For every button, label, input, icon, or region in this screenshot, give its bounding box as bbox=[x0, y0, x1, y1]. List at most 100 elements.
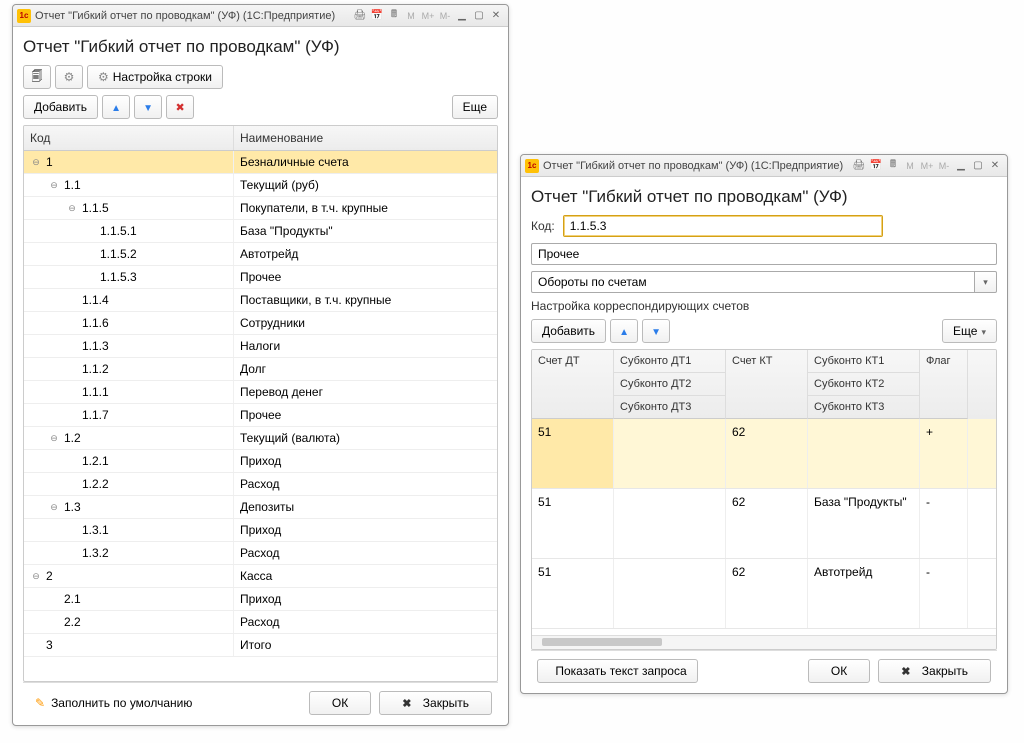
col-code-header[interactable]: Код bbox=[24, 126, 234, 150]
gear-button[interactable] bbox=[55, 65, 83, 89]
expander-icon[interactable] bbox=[30, 570, 42, 582]
memory-mplus[interactable]: M+ bbox=[919, 158, 935, 174]
tree-row[interactable]: 1.2Текущий (валюта) bbox=[24, 427, 497, 450]
scroll-thumb[interactable] bbox=[542, 638, 662, 646]
expander-icon bbox=[66, 478, 78, 490]
tree-row[interactable]: 1.1.5.1База "Продукты" bbox=[24, 220, 497, 243]
code-input[interactable]: 1.1.5.3 bbox=[563, 215, 883, 237]
page-title: Отчет "Гибкий отчет по проводкам" (УФ) bbox=[531, 187, 997, 207]
col-name-header[interactable]: Наименование bbox=[234, 126, 497, 150]
grid-header: Счет ДТ Субконто ДТ1 Субконто ДТ2 Субкон… bbox=[532, 350, 996, 419]
tree-row[interactable]: 1.1.2Долг bbox=[24, 358, 497, 381]
add-button[interactable]: Добавить bbox=[23, 95, 98, 119]
col-kt[interactable]: Счет КТ bbox=[726, 350, 808, 419]
horizontal-scrollbar[interactable] bbox=[532, 635, 996, 649]
memory-m[interactable]: M bbox=[403, 8, 419, 24]
grid-row[interactable]: 5162Автотрейд- bbox=[532, 559, 996, 629]
type-select[interactable] bbox=[531, 271, 975, 293]
tree-row[interactable]: 1.1.5.3Прочее bbox=[24, 266, 497, 289]
titlebar[interactable]: 1c Отчет "Гибкий отчет по проводкам" (УФ… bbox=[13, 5, 508, 27]
memory-mplus[interactable]: M+ bbox=[420, 8, 436, 24]
ok-button[interactable]: ОК bbox=[808, 659, 870, 683]
tree-row[interactable]: 2.2Расход bbox=[24, 611, 497, 634]
col-sdt3[interactable]: Субконто ДТ3 bbox=[614, 396, 726, 419]
memory-mminus[interactable]: M- bbox=[437, 8, 453, 24]
tree-row[interactable]: 1.3.2Расход bbox=[24, 542, 497, 565]
tree-row[interactable]: 1.2.1Приход bbox=[24, 450, 497, 473]
fill-default-button[interactable]: Заполнить по умолчанию bbox=[29, 692, 198, 714]
close-button[interactable]: Закрыть bbox=[878, 659, 991, 683]
tree-row[interactable]: 1.3Депозиты bbox=[24, 496, 497, 519]
move-up-button[interactable] bbox=[610, 319, 638, 343]
col-sdt1[interactable]: Субконто ДТ1 bbox=[614, 350, 726, 373]
memory-m[interactable]: M bbox=[902, 158, 918, 174]
tree-row[interactable]: 1.1.5.2Автотрейд bbox=[24, 243, 497, 266]
close-icon[interactable]: ✕ bbox=[987, 158, 1003, 174]
maximize-icon[interactable]: ▢ bbox=[471, 8, 487, 24]
col-skt1[interactable]: Субконто КТ1 bbox=[808, 350, 920, 373]
col-skt3[interactable]: Субконто КТ3 bbox=[808, 396, 920, 419]
titlebar[interactable]: 1c Отчет "Гибкий отчет по проводкам" (УФ… bbox=[521, 155, 1007, 177]
minimize-icon[interactable]: ▁ bbox=[454, 8, 470, 24]
tree-body[interactable]: 1Безналичные счета1.1Текущий (руб)1.1.5П… bbox=[24, 151, 497, 681]
more-button[interactable]: Еще bbox=[452, 95, 498, 119]
close-button[interactable]: Закрыть bbox=[379, 691, 492, 715]
tree-row[interactable]: 1.1.4Поставщики, в т.ч. крупные bbox=[24, 289, 497, 312]
print-icon[interactable]: 🖨 bbox=[851, 158, 867, 174]
code-cell: 1.1.7 bbox=[82, 408, 109, 422]
close-icon[interactable]: ✕ bbox=[488, 8, 504, 24]
grid-body[interactable]: 5162+5162База "Продукты"-5162Автотрейд- bbox=[532, 419, 996, 635]
calendar-icon[interactable]: 📅 bbox=[868, 158, 884, 174]
tree-row[interactable]: 1.3.1Приход bbox=[24, 519, 497, 542]
caret-icon bbox=[981, 324, 986, 338]
move-down-button[interactable] bbox=[642, 319, 670, 343]
tree-row[interactable]: 2.1Приход bbox=[24, 588, 497, 611]
tree-row[interactable]: 3Итого bbox=[24, 634, 497, 657]
show-query-button[interactable]: Показать текст запроса bbox=[537, 659, 698, 683]
print-icon[interactable]: 🖨 bbox=[352, 8, 368, 24]
tree-row[interactable]: 1.1.1Перевод денег bbox=[24, 381, 497, 404]
tree-row[interactable]: 1.1.5Покупатели, в т.ч. крупные bbox=[24, 197, 497, 220]
name-cell: Долг bbox=[234, 358, 497, 380]
tree-row[interactable]: 1.1Текущий (руб) bbox=[24, 174, 497, 197]
ok-button[interactable]: ОК bbox=[309, 691, 371, 715]
expander-icon[interactable] bbox=[48, 501, 60, 513]
expander-icon[interactable] bbox=[48, 179, 60, 191]
expander-icon[interactable] bbox=[66, 202, 78, 214]
calc-icon[interactable]: 🖩 bbox=[885, 158, 901, 174]
maximize-icon[interactable]: ▢ bbox=[970, 158, 986, 174]
name-input[interactable] bbox=[531, 243, 997, 265]
type-dropdown-button[interactable]: ▾ bbox=[975, 271, 997, 293]
col-dt[interactable]: Счет ДТ bbox=[532, 350, 614, 419]
skt-cell: База "Продукты" bbox=[808, 489, 920, 558]
page-title: Отчет "Гибкий отчет по проводкам" (УФ) bbox=[23, 37, 498, 57]
expander-icon[interactable] bbox=[48, 432, 60, 444]
col-sdt2[interactable]: Субконто ДТ2 bbox=[614, 373, 726, 396]
tree-row[interactable]: 1.1.6 Сотрудники bbox=[24, 312, 497, 335]
row-settings-button[interactable]: Настройка строки bbox=[87, 65, 223, 89]
delete-button[interactable] bbox=[166, 95, 194, 119]
memory-mminus[interactable]: M- bbox=[936, 158, 952, 174]
grid-row[interactable]: 5162База "Продукты"- bbox=[532, 489, 996, 559]
col-flag[interactable]: Флаг bbox=[920, 350, 968, 419]
move-down-button[interactable] bbox=[134, 95, 162, 119]
grid-row[interactable]: 5162+ bbox=[532, 419, 996, 489]
copy-button[interactable] bbox=[23, 65, 51, 89]
tree-row[interactable]: 2Касса bbox=[24, 565, 497, 588]
add-button[interactable]: Добавить bbox=[531, 319, 606, 343]
tree-row[interactable]: 1.1.3Налоги bbox=[24, 335, 497, 358]
name-cell: Сотрудники bbox=[234, 312, 497, 334]
move-up-button[interactable] bbox=[102, 95, 130, 119]
kt-cell: 62 bbox=[726, 559, 808, 628]
tree-row[interactable]: 1.1.7Прочее bbox=[24, 404, 497, 427]
calendar-icon[interactable]: 📅 bbox=[369, 8, 385, 24]
expander-icon[interactable] bbox=[30, 156, 42, 168]
more-button[interactable]: Еще bbox=[942, 319, 997, 343]
tree-row[interactable]: 1Безналичные счета bbox=[24, 151, 497, 174]
expander-icon bbox=[48, 593, 60, 605]
minimize-icon[interactable]: ▁ bbox=[953, 158, 969, 174]
code-cell: 1.1.6 bbox=[82, 316, 109, 330]
tree-row[interactable]: 1.2.2Расход bbox=[24, 473, 497, 496]
calc-icon[interactable]: 🖩 bbox=[386, 8, 402, 24]
col-skt2[interactable]: Субконто КТ2 bbox=[808, 373, 920, 396]
